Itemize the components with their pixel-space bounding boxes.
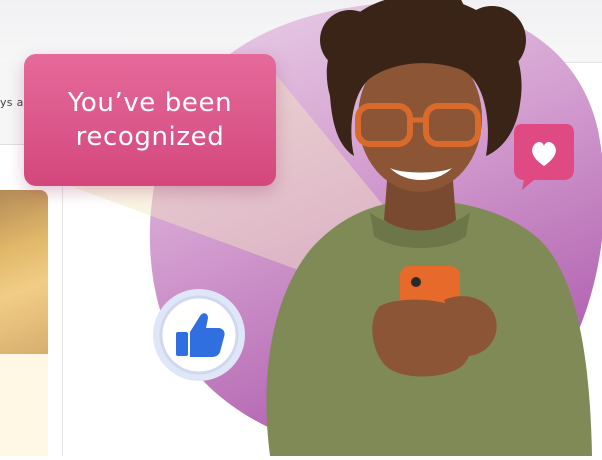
person-with-phone-illustration <box>266 0 592 456</box>
notification-message: You’ve been recognized <box>67 88 233 152</box>
thumbs-up-icon <box>153 289 245 381</box>
heart-icon <box>514 124 574 190</box>
recognition-notification: You’ve been recognized <box>24 54 276 186</box>
